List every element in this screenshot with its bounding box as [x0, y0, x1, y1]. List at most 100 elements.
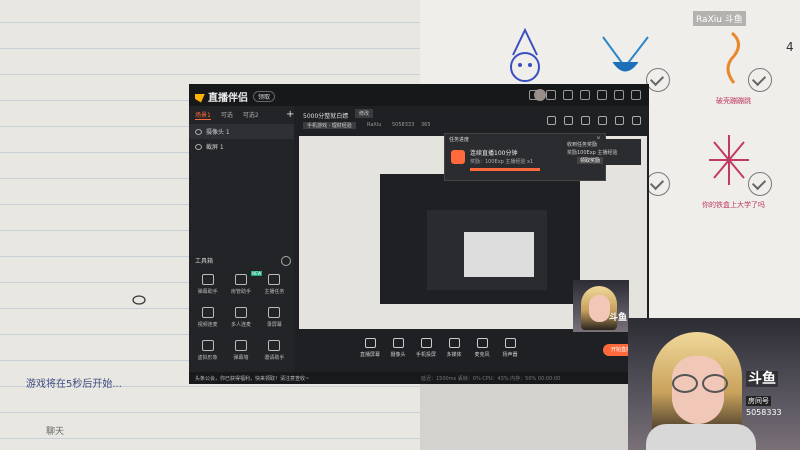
notice-text[interactable]: 头条公会，你已获得福利，快来领取！请注意查收~: [195, 375, 309, 382]
room-label: 房间号: [746, 396, 771, 406]
task-header: 任务进度: [449, 137, 470, 143]
close-icon[interactable]: [631, 90, 641, 100]
microphone-button[interactable]: 麦克风: [469, 338, 495, 358]
screen-source-button[interactable]: 直播屏幕: [357, 338, 383, 358]
app-title-bar: 直播伴侣 领取: [189, 84, 649, 106]
reward-title: 收到任务奖励: [567, 142, 598, 148]
window-controls: [529, 90, 641, 100]
tool-icon: [234, 307, 247, 318]
board-caption: 破壳蹦蹦跳: [716, 97, 751, 105]
performance-stats: 延迟：1500ms 丢帧：0% CPU：43% 内存：50% 00:00:00: [421, 376, 561, 382]
doodle-seahorse-icon: [726, 31, 740, 84]
tool-icon: [201, 274, 214, 285]
tool-item[interactable]: 虚拟形象: [191, 340, 224, 361]
tool-item[interactable]: 邀请助手: [258, 340, 291, 361]
speaker-icon: [504, 338, 516, 348]
share-icon[interactable]: [598, 116, 607, 125]
tool-icon: [234, 274, 247, 285]
paper-texture: [420, 380, 630, 450]
brand-watermark: RaXiu 斗鱼: [693, 11, 746, 26]
phone-cast-button[interactable]: 手机投屏: [413, 338, 439, 358]
toolbox-more-icon[interactable]: [281, 256, 291, 266]
tool-item[interactable]: HOT视频连麦: [191, 271, 262, 328]
checkmark-icon: [748, 172, 772, 196]
tool-label: 弹幕墙: [233, 355, 249, 361]
webcam-preview-small: 斗鱼: [573, 280, 629, 332]
board-caption: 你的铁盒上大学了吗: [702, 201, 765, 209]
tool-label: 主播任务: [264, 289, 285, 295]
edit-title-button[interactable]: 修改: [355, 109, 374, 118]
claim-badge-button[interactable]: 领取: [253, 91, 276, 102]
minimize-icon[interactable]: [597, 90, 607, 100]
tool-label: 多人连麦: [230, 322, 251, 328]
lightning-icon: [451, 150, 465, 164]
menu-icon[interactable]: [580, 90, 590, 100]
camera-source-button[interactable]: 摄像头: [385, 338, 411, 358]
tool-label: 弹幕助手: [197, 289, 218, 295]
button-label: 直播屏幕: [359, 352, 380, 358]
streamer-face: [589, 295, 610, 322]
notification-icon[interactable]: [615, 116, 624, 125]
app-name: 直播伴侣: [208, 93, 248, 104]
record-icon[interactable]: [581, 116, 590, 125]
visibility-icon[interactable]: [195, 128, 202, 135]
streaming-app-window: 直播伴侣 领取 场景1 可选 可选2 + 摄像头 1 截屏 1 工具箱 弹幕助手…: [189, 84, 649, 384]
webcam-overlay: 斗鱼 房间号 5058333: [628, 318, 800, 450]
brand-logo: 斗鱼: [608, 313, 627, 323]
checkmark-icon: [646, 172, 670, 196]
app-logo-icon: [195, 93, 205, 103]
maximize-icon[interactable]: [614, 90, 624, 100]
tool-item[interactable]: NEW 录屏幕: [251, 271, 291, 328]
mouse-doodle-icon: [132, 295, 146, 305]
tool-item[interactable]: 主播任务: [258, 274, 291, 295]
tool-icon: [268, 274, 281, 285]
tool-item[interactable]: 多人连麦: [224, 307, 257, 328]
button-label: 扬声器: [502, 352, 518, 358]
tool-icon: [234, 340, 247, 351]
tool-icon: [201, 307, 214, 318]
task-name: 连续直播100分钟: [470, 150, 518, 157]
fullscreen-icon[interactable]: [547, 116, 556, 125]
message-icon[interactable]: [529, 90, 539, 100]
new-badge: NEW: [251, 271, 263, 276]
glasses-icon: [670, 374, 728, 393]
source-toolbar: 直播屏幕 摄像头 手机投屏 多媒体 麦克风 扬声器 开始直播: [297, 336, 649, 366]
lock-icon[interactable]: [564, 116, 573, 125]
reward-popup: 收到任务奖励 奖励100Exp 主播经验 领取奖励: [563, 139, 641, 165]
doodle-cat-face-icon: [602, 36, 649, 72]
source-item[interactable]: 截屏 1: [189, 139, 294, 154]
tab-scene-2[interactable]: 可选: [221, 110, 233, 120]
room-title[interactable]: 5000分整就白嫖: [303, 111, 348, 120]
camera-icon: [392, 338, 404, 348]
tool-label: 房管助手: [230, 289, 251, 295]
claim-reward-button[interactable]: 领取奖励: [577, 157, 604, 164]
tab-scene-3[interactable]: 可选2: [243, 110, 259, 120]
tool-label: 视频连麦: [197, 322, 218, 328]
category-button[interactable]: 手机游戏 · 理财经验: [303, 122, 356, 129]
settings-icon[interactable]: [563, 90, 573, 100]
room-info-header: 5000分整就白嫖 修改 手机游戏 · 理财经验 RaXiu 5058333 3…: [297, 106, 649, 132]
add-scene-icon[interactable]: +: [286, 109, 294, 120]
tool-item[interactable]: 房管助手: [224, 274, 257, 295]
more-icon[interactable]: [632, 116, 641, 125]
app-logo: 直播伴侣: [195, 89, 248, 104]
media-source-button[interactable]: 多媒体: [441, 338, 467, 358]
visibility-icon[interactable]: [195, 143, 202, 150]
gift-icon[interactable]: [546, 90, 556, 100]
room-info-badge: 斗鱼 房间号 5058333: [746, 368, 792, 417]
tool-item[interactable]: 弹幕助手: [191, 274, 224, 295]
tool-icon: [268, 340, 281, 351]
tab-scene-1[interactable]: 场景1: [195, 110, 211, 120]
room-id: 5058333: [746, 408, 782, 417]
monitor-icon: [364, 338, 376, 348]
task-progress-bar: [470, 168, 540, 171]
tool-item[interactable]: 弹幕墙: [224, 340, 257, 361]
tool-label: 虚拟形象: [197, 355, 218, 361]
doodle-symbol-icon: [709, 135, 749, 185]
scene-tabs: 场景1 可选 可选2: [189, 106, 294, 124]
source-item[interactable]: 摄像头 1: [189, 124, 294, 139]
heat-count: 365: [421, 122, 431, 128]
speaker-button[interactable]: 扬声器: [497, 338, 523, 358]
media-icon: [448, 338, 460, 348]
checkmark-icon: [646, 68, 670, 92]
